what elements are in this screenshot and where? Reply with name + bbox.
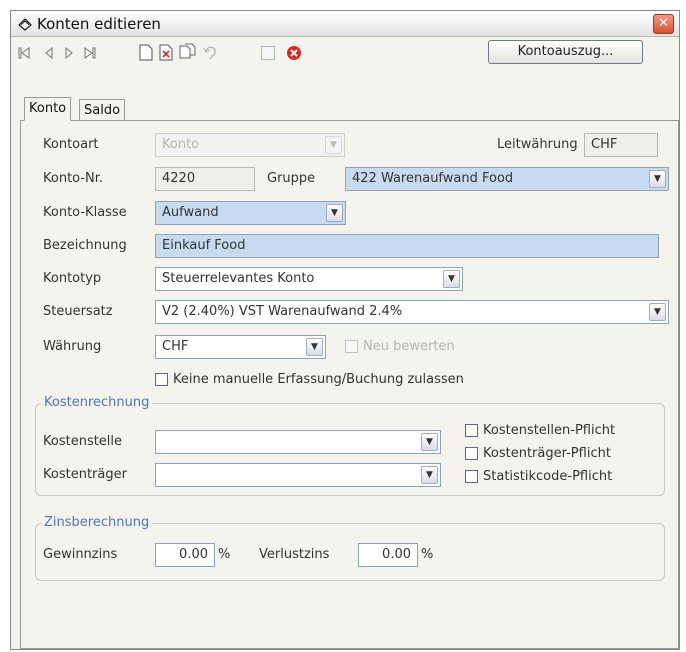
- konto-klasse-select[interactable]: Aufwand ▼: [155, 201, 346, 225]
- previous-record-icon[interactable]: [44, 47, 54, 59]
- kostenstelle-label: Kostenstelle: [43, 434, 123, 449]
- kostenrechnung-title: Kostenrechnung: [41, 395, 153, 410]
- delete-document-icon[interactable]: [159, 44, 174, 61]
- konto-nr-field: 4220: [155, 167, 255, 191]
- dialog-window: Konten editieren ✕ Kontoauszug... Konto …: [10, 10, 680, 650]
- kostentraeger-pflicht-label: Kostenträger-Pflicht: [483, 446, 611, 461]
- gruppe-label: Gruppe: [267, 171, 316, 186]
- kostenstellen-pflicht-checkbox[interactable]: [465, 424, 478, 437]
- kontotyp-select[interactable]: Steuerrelevantes Konto ▼: [155, 267, 463, 291]
- kostenstelle-select[interactable]: ▼: [155, 430, 441, 454]
- konto-klasse-value: Aufwand: [162, 205, 219, 220]
- close-icon: ✕: [658, 16, 669, 31]
- close-button[interactable]: ✕: [653, 14, 674, 34]
- tab-saldo-label: Saldo: [84, 103, 121, 118]
- tab-konto[interactable]: Konto: [24, 97, 72, 121]
- window-title: Konten editieren: [37, 15, 161, 33]
- kostenstellen-pflicht-label: Kostenstellen-Pflicht: [483, 423, 616, 438]
- checkbox-icon[interactable]: [261, 46, 275, 60]
- konto-klasse-label: Konto-Klasse: [43, 205, 127, 220]
- verlustzins-label: Verlustzins: [259, 547, 330, 562]
- waehrung-value: CHF: [162, 339, 189, 354]
- neu-bewerten-label: Neu bewerten: [363, 339, 455, 354]
- chevron-down-icon: ▼: [443, 270, 460, 288]
- verlustzins-input[interactable]: 0.00: [358, 543, 418, 567]
- neu-bewerten-checkbox[interactable]: [345, 340, 358, 353]
- gruppe-select[interactable]: 422 Warenaufwand Food ▼: [345, 167, 669, 191]
- new-document-icon[interactable]: [139, 44, 153, 61]
- bezeichnung-input[interactable]: Einkauf Food: [155, 234, 659, 258]
- next-record-icon[interactable]: [64, 47, 74, 59]
- chevron-down-icon: ▼: [649, 303, 666, 321]
- toolbar: Kontoauszug...: [11, 38, 679, 68]
- tab-saldo[interactable]: Saldo: [79, 99, 126, 120]
- leitwaehrung-label: Leitwährung: [497, 137, 578, 152]
- tab-konto-label: Konto: [29, 101, 67, 116]
- gruppe-value: 422 Warenaufwand Food: [352, 171, 514, 186]
- keine-manuelle-label: Keine manuelle Erfassung/Buchung zulasse…: [173, 372, 464, 387]
- chevron-down-icon: ▼: [325, 136, 342, 154]
- statistikcode-pflicht-checkbox[interactable]: [465, 470, 478, 483]
- waehrung-select[interactable]: CHF ▼: [155, 335, 326, 359]
- cancel-icon[interactable]: [286, 45, 302, 61]
- chevron-down-icon: ▼: [649, 170, 666, 188]
- steuersatz-label: Steuersatz: [43, 304, 113, 319]
- konto-nr-label: Konto-Nr.: [43, 171, 104, 186]
- chevron-down-icon: ▼: [421, 466, 438, 484]
- gewinnzins-input[interactable]: 0.00: [155, 543, 215, 567]
- kontotyp-label: Kontotyp: [43, 271, 102, 286]
- bezeichnung-label: Bezeichnung: [43, 238, 127, 253]
- kontotyp-value: Steuerrelevantes Konto: [162, 271, 315, 286]
- verlustzins-unit: %: [421, 547, 434, 562]
- gewinnzins-label: Gewinnzins: [43, 547, 118, 562]
- chevron-down-icon: ▼: [326, 204, 343, 222]
- kontoart-value: Konto: [162, 137, 200, 152]
- copy-document-icon[interactable]: [179, 43, 196, 61]
- last-record-icon[interactable]: [84, 47, 96, 59]
- gewinnzins-unit: %: [218, 547, 231, 562]
- steuersatz-select[interactable]: V2 (2.40%) VST Warenaufwand 2.4% ▼: [155, 300, 669, 324]
- kostentraeger-pflicht-checkbox[interactable]: [465, 447, 478, 460]
- app-icon: [18, 18, 32, 31]
- keine-manuelle-checkbox[interactable]: [155, 373, 168, 386]
- zinsberechnung-group: [35, 523, 665, 581]
- chevron-down-icon: ▼: [306, 338, 323, 356]
- statistikcode-pflicht-label: Statistikcode-Pflicht: [483, 469, 613, 484]
- kontoart-select[interactable]: Konto ▼: [155, 133, 345, 157]
- first-record-icon[interactable]: [18, 47, 30, 59]
- kontoauszug-button[interactable]: Kontoauszug...: [488, 40, 643, 64]
- kontoart-label: Kontoart: [43, 137, 99, 152]
- chevron-down-icon: ▼: [421, 433, 438, 451]
- leitwaehrung-field: CHF: [584, 133, 658, 157]
- kostentraeger-select[interactable]: ▼: [155, 463, 441, 487]
- waehrung-label: Währung: [43, 339, 102, 354]
- kostentraeger-label: Kostenträger: [43, 467, 127, 482]
- tab-panel-konto: Kontoart Konto ▼ Leitwährung CHF Konto-N…: [20, 120, 679, 649]
- undo-icon[interactable]: [203, 43, 219, 61]
- steuersatz-value: V2 (2.40%) VST Warenaufwand 2.4%: [162, 304, 403, 319]
- title-bar: Konten editieren ✕: [11, 11, 679, 37]
- zinsberechnung-title: Zinsberechnung: [41, 515, 153, 530]
